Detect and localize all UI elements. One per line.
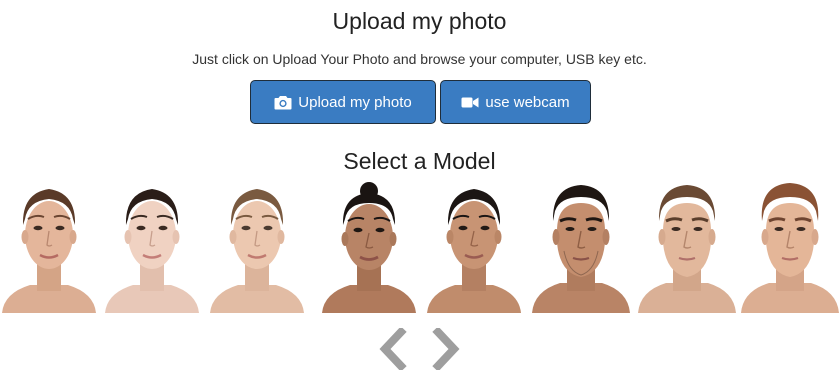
- carousel-prev-button[interactable]: [375, 326, 409, 372]
- model-thumbnail-5[interactable]: [425, 181, 523, 313]
- model-thumbnail-3[interactable]: [208, 181, 306, 313]
- model-thumbnail-1[interactable]: [0, 181, 98, 313]
- model-thumbnail-7[interactable]: [638, 181, 736, 313]
- video-camera-icon: [461, 96, 479, 109]
- upload-title: Upload my photo: [332, 8, 507, 34]
- use-webcam-button[interactable]: use webcam: [440, 80, 591, 124]
- upload-photo-label: Upload my photo: [298, 93, 412, 111]
- model-carousel: [0, 181, 839, 313]
- use-webcam-label: use webcam: [485, 93, 570, 111]
- chevron-left-icon: [375, 326, 409, 374]
- carousel-next-button[interactable]: [430, 326, 464, 372]
- upload-photo-button[interactable]: Upload my photo: [250, 80, 436, 124]
- model-thumbnail-4[interactable]: [320, 181, 418, 313]
- chevron-right-icon: [430, 326, 464, 374]
- model-thumbnail-8[interactable]: [741, 181, 839, 313]
- select-model-title: Select a Model: [343, 148, 496, 174]
- model-thumbnail-2[interactable]: [103, 181, 201, 313]
- model-thumbnail-6[interactable]: [532, 181, 630, 313]
- upload-subtitle: Just click on Upload Your Photo and brow…: [192, 51, 647, 67]
- camera-icon: [274, 95, 292, 110]
